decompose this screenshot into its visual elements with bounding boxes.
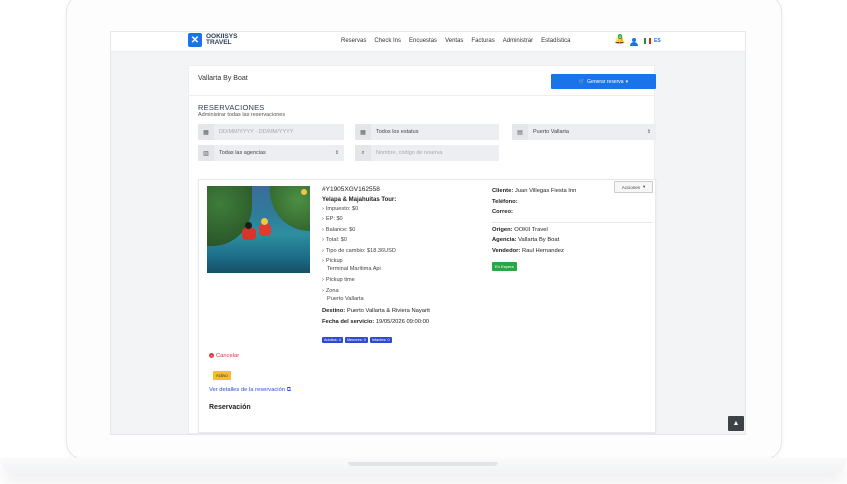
app-screen: ✕ OOKIISYS TRAVEL Reservas Check Ins Enc… xyxy=(110,31,746,435)
search-field[interactable]: ⌕ Nombre, código de reserva xyxy=(355,145,499,161)
device-base xyxy=(0,458,847,476)
search-icon: ⌕ xyxy=(355,145,371,161)
date-range-field[interactable]: ▦ DD/MM/YYYY - DD/MM/YYYY xyxy=(198,124,344,140)
phone-info: Teléfono: xyxy=(492,199,518,205)
chevron-right-icon: › xyxy=(322,258,324,264)
page-title: Vallarta By Boat xyxy=(198,75,248,82)
cancel-link[interactable]: × Cancelar xyxy=(209,353,239,359)
select-caret-icon: ⇕ xyxy=(334,150,339,156)
brand-name: OOKIISYS TRAVEL xyxy=(206,33,237,47)
detail-zona: › Zona xyxy=(322,288,339,294)
location-select[interactable]: ▤ Puerto Vallarta ⇕ xyxy=(512,124,656,140)
chevron-right-icon: › xyxy=(322,288,324,294)
logo-icon: ✕ xyxy=(188,33,202,47)
detail-pickup-value: Terminal Marítima Api xyxy=(327,266,381,272)
sidebar-edge xyxy=(111,52,112,434)
status-badge: En Espera xyxy=(492,262,517,271)
tour-photo xyxy=(207,186,310,273)
agency-info: Agencia: Vallarta By Boat xyxy=(492,237,560,243)
calendar-check-icon: ▦ xyxy=(355,124,371,140)
caret-down-icon: ▾ xyxy=(625,78,629,85)
reservation-item: #Y1905XGV162558 Yelapa & Majahuitas Tour… xyxy=(198,179,656,433)
tour-name: Yelapa & Majahuitas Tour: xyxy=(322,197,397,203)
brand-name-line2: TRAVEL xyxy=(206,39,232,46)
calendar-icon: ▦ xyxy=(198,124,214,140)
scroll-to-top-button[interactable]: ▲ xyxy=(728,416,744,431)
detail-balance: › Balance: $0 xyxy=(322,227,356,233)
section-title: RESERVACIONES xyxy=(198,103,265,112)
main-nav: Reservas Check Ins Encuestas Ventas Fact… xyxy=(341,38,578,44)
top-navbar: ✕ OOKIISYS TRAVEL Reservas Check Ins Enc… xyxy=(111,32,745,52)
detail-pickup-time: › Pickup time xyxy=(322,277,355,283)
chevron-right-icon: › xyxy=(322,216,324,222)
agency-value: Todas las agencias xyxy=(219,150,266,156)
detail-total: › Total: $0 xyxy=(322,237,348,243)
nav-estadistica[interactable]: Estadística xyxy=(541,38,570,44)
detail-zona-value: Puerto Vallarta xyxy=(327,296,364,302)
nav-icons: 🔔 0 ES xyxy=(614,34,661,48)
status-field[interactable]: ▦ Todos los estatus xyxy=(355,124,499,140)
nav-facturas[interactable]: Facturas xyxy=(471,38,494,44)
actions-dropdown-button[interactable]: Acciones ▾ xyxy=(614,181,653,193)
detail-ep: › EP: $0 xyxy=(322,216,343,222)
device-notch xyxy=(348,462,498,466)
infants-pill: Infantes: 0 xyxy=(369,337,392,343)
brand-logo[interactable]: ✕ OOKIISYS TRAVEL xyxy=(188,33,237,47)
detail-pickup: › Pickup xyxy=(322,258,343,264)
section-subtitle: Administrar todas las reservaciones xyxy=(198,112,286,118)
nav-check-ins[interactable]: Check Ins xyxy=(374,38,401,44)
cart-icon: 🛒 xyxy=(578,78,586,85)
email-info: Correo: xyxy=(492,209,513,215)
date-range-input[interactable]: DD/MM/YYYY - DD/MM/YYYY xyxy=(219,129,293,135)
detail-destino: Destino: Puerto Vallarta & Riviera Nayar… xyxy=(322,308,430,314)
nav-reservas[interactable]: Reservas xyxy=(341,38,366,44)
reservation-heading: Reservación xyxy=(209,404,251,411)
generate-reservation-button[interactable]: 🛒 Generar reserva ▾ xyxy=(551,74,656,89)
map-icon: ▤ xyxy=(512,124,528,140)
detail-impuesto: › Impuesto: $0 xyxy=(322,206,359,212)
detail-fecha: Fecha del servicio: 19/05/2026 09:00:00 xyxy=(322,319,430,325)
reservations-card: Vallarta By Boat 🛒 Generar reserva ▾ RES… xyxy=(188,65,656,434)
nav-encuestas[interactable]: Encuestas xyxy=(409,38,437,44)
chevron-right-icon: › xyxy=(322,248,324,254)
nav-ventas[interactable]: Ventas xyxy=(445,38,463,44)
seller-info: Vendedor: Raul Hernandez xyxy=(492,248,564,254)
minors-pill: Menores: 0 xyxy=(344,337,368,343)
search-input[interactable]: Nombre, código de reserva xyxy=(376,150,442,156)
nav-administrar[interactable]: Administrar xyxy=(503,38,533,44)
language-code[interactable]: ES xyxy=(654,38,661,44)
chevron-right-icon: › xyxy=(322,227,324,233)
chevron-right-icon: › xyxy=(322,206,324,212)
chevron-up-icon: ▲ xyxy=(732,420,740,427)
active-badge: Activo xyxy=(213,371,231,380)
mexico-flag-icon[interactable] xyxy=(644,38,651,44)
detail-tipo-cambio: › Tipo de cambio: $18.36USD xyxy=(322,248,396,254)
agency-select[interactable]: ▥ Todas las agencias ⇕ xyxy=(198,145,344,161)
building-icon: ▥ xyxy=(198,145,214,161)
external-link-icon: ⧉ xyxy=(286,387,291,393)
adults-pill: Adultos: 4 xyxy=(322,337,343,343)
view-details-link[interactable]: Ver detalles de la reservación ⧉ xyxy=(209,387,291,394)
select-caret-icon: ⇕ xyxy=(646,129,651,135)
chevron-right-icon: › xyxy=(322,277,324,283)
pax-pills: Adultos: 4 Menores: 0 Infantes: 0 xyxy=(322,337,392,343)
generate-reservation-label: Generar reserva xyxy=(587,78,624,85)
location-value: Puerto Vallarta xyxy=(533,129,569,135)
chevron-right-icon: › xyxy=(322,237,324,243)
notification-badge: 0 xyxy=(618,34,623,39)
info-divider xyxy=(492,222,652,223)
user-icon[interactable] xyxy=(630,36,638,46)
status-value: Todos los estatus xyxy=(376,129,419,135)
client-info: Cliente: Juan Villegas Fiesta Inn xyxy=(492,188,577,194)
card-divider xyxy=(189,95,654,96)
reservation-code: #Y1905XGV162558 xyxy=(322,186,380,193)
caret-down-icon: ▾ xyxy=(643,184,646,189)
origin-info: Origen: OOKII Travel xyxy=(492,227,548,233)
bell-icon[interactable]: 🔔 0 xyxy=(614,34,625,48)
times-circle-icon: × xyxy=(209,353,214,358)
